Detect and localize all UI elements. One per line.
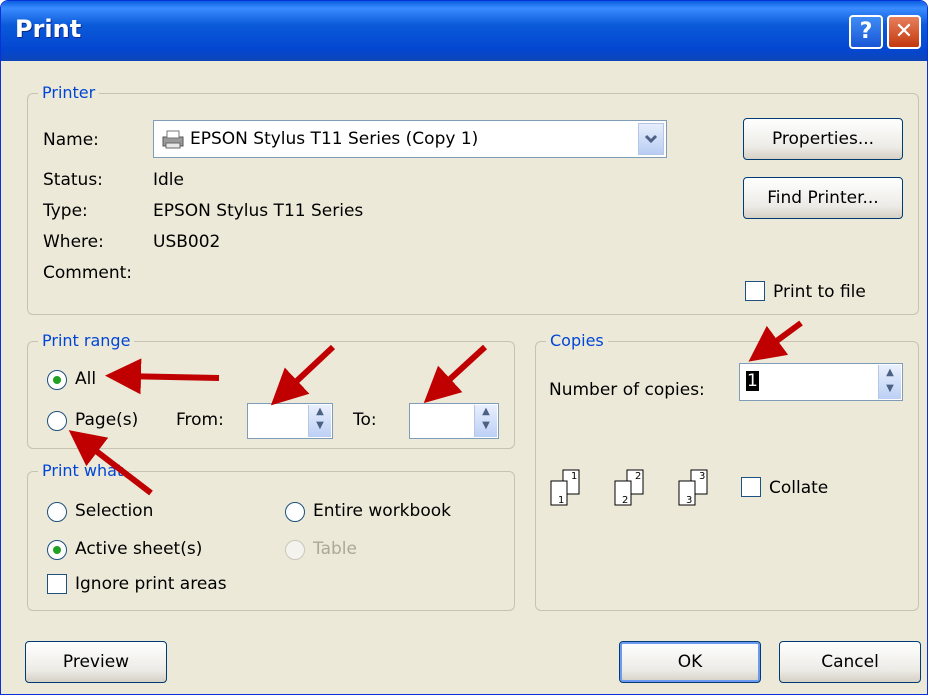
print-range-legend: Print range — [38, 331, 135, 350]
type-label: Type: — [43, 201, 88, 221]
print-to-file-checkbox[interactable] — [745, 281, 765, 301]
dropdown-button[interactable] — [638, 123, 664, 155]
all-label[interactable]: All — [75, 369, 96, 389]
print-to-file-label[interactable]: Print to file — [773, 282, 866, 302]
from-spinner[interactable]: ▲ ▼ — [247, 403, 333, 439]
to-spin-buttons[interactable]: ▲ ▼ — [474, 405, 497, 437]
selection-radio[interactable] — [47, 502, 67, 522]
pages-label[interactable]: Page(s) — [75, 410, 138, 430]
active-sheets-radio[interactable] — [47, 540, 67, 560]
close-icon: ✕ — [894, 19, 914, 44]
spin-down-icon[interactable]: ▼ — [879, 381, 901, 397]
preview-button[interactable]: Preview — [25, 641, 167, 683]
where-value: USB002 — [153, 232, 221, 252]
entire-workbook-radio[interactable] — [285, 502, 305, 522]
collate-page-digit-2: 2 — [635, 471, 642, 482]
close-button[interactable]: ✕ — [887, 15, 921, 49]
to-label: To: — [353, 410, 377, 430]
properties-button[interactable]: Properties... — [743, 118, 903, 160]
spin-up-icon[interactable]: ▲ — [475, 405, 497, 419]
spin-up-icon[interactable]: ▲ — [309, 405, 331, 419]
from-label: From: — [176, 410, 224, 430]
status-value: Idle — [153, 170, 184, 190]
collate-page-digit-3: 3 — [699, 471, 706, 482]
copies-legend: Copies — [546, 331, 608, 350]
printer-name-dropdown[interactable]: EPSON Stylus T11 Series (Copy 1) — [153, 120, 667, 158]
copies-spin-buttons[interactable]: ▲ ▼ — [878, 365, 901, 399]
printer-name-value: EPSON Stylus T11 Series (Copy 1) — [190, 129, 479, 149]
entire-workbook-label[interactable]: Entire workbook — [313, 501, 451, 521]
status-label: Status: — [43, 170, 103, 190]
collate-page-digit-1: 1 — [571, 471, 578, 482]
title-bar[interactable]: Print ? ✕ — [1, 1, 927, 61]
type-value: EPSON Stylus T11 Series — [153, 201, 364, 221]
printer-icon — [162, 130, 184, 149]
spin-down-icon[interactable]: ▼ — [309, 419, 331, 433]
spin-up-icon[interactable]: ▲ — [879, 365, 901, 381]
ignore-print-areas-label[interactable]: Ignore print areas — [75, 574, 227, 594]
active-sheets-label[interactable]: Active sheet(s) — [75, 539, 202, 559]
collate-label[interactable]: Collate — [769, 478, 828, 498]
where-label: Where: — [43, 232, 104, 252]
find-printer-button[interactable]: Find Printer... — [743, 177, 903, 219]
comment-label: Comment: — [43, 263, 133, 283]
to-spinner[interactable]: ▲ ▼ — [409, 403, 499, 439]
ok-button[interactable]: OK — [619, 641, 761, 683]
collate-page-digit-3b: 3 — [686, 495, 693, 506]
collate-page-digit-1b: 1 — [558, 495, 565, 506]
collate-page-digit-2b: 2 — [622, 495, 629, 506]
number-of-copies-label: Number of copies: — [549, 380, 705, 400]
spin-down-icon[interactable]: ▼ — [475, 419, 497, 433]
name-label: Name: — [43, 130, 99, 150]
dialog-title: Print — [15, 15, 82, 43]
cancel-button[interactable]: Cancel — [779, 641, 921, 683]
copies-value: 1 — [746, 371, 759, 391]
selection-label[interactable]: Selection — [75, 501, 153, 521]
print-what-legend: Print what — [38, 461, 128, 480]
chevron-down-icon — [644, 134, 658, 144]
help-button[interactable]: ? — [849, 15, 883, 49]
help-icon: ? — [859, 19, 873, 44]
all-radio[interactable] — [47, 370, 67, 390]
pages-radio[interactable] — [47, 411, 67, 431]
printer-legend: Printer — [38, 83, 100, 102]
ignore-print-areas-checkbox[interactable] — [47, 574, 67, 594]
from-spin-buttons[interactable]: ▲ ▼ — [308, 405, 331, 437]
table-label: Table — [313, 539, 357, 559]
table-radio — [285, 540, 305, 560]
copies-spinner[interactable]: 1 ▲ ▼ — [739, 363, 903, 401]
print-dialog: Print ? ✕ Printer Name: EPSON Stylus T11… — [0, 0, 928, 695]
collate-checkbox[interactable] — [741, 477, 761, 497]
